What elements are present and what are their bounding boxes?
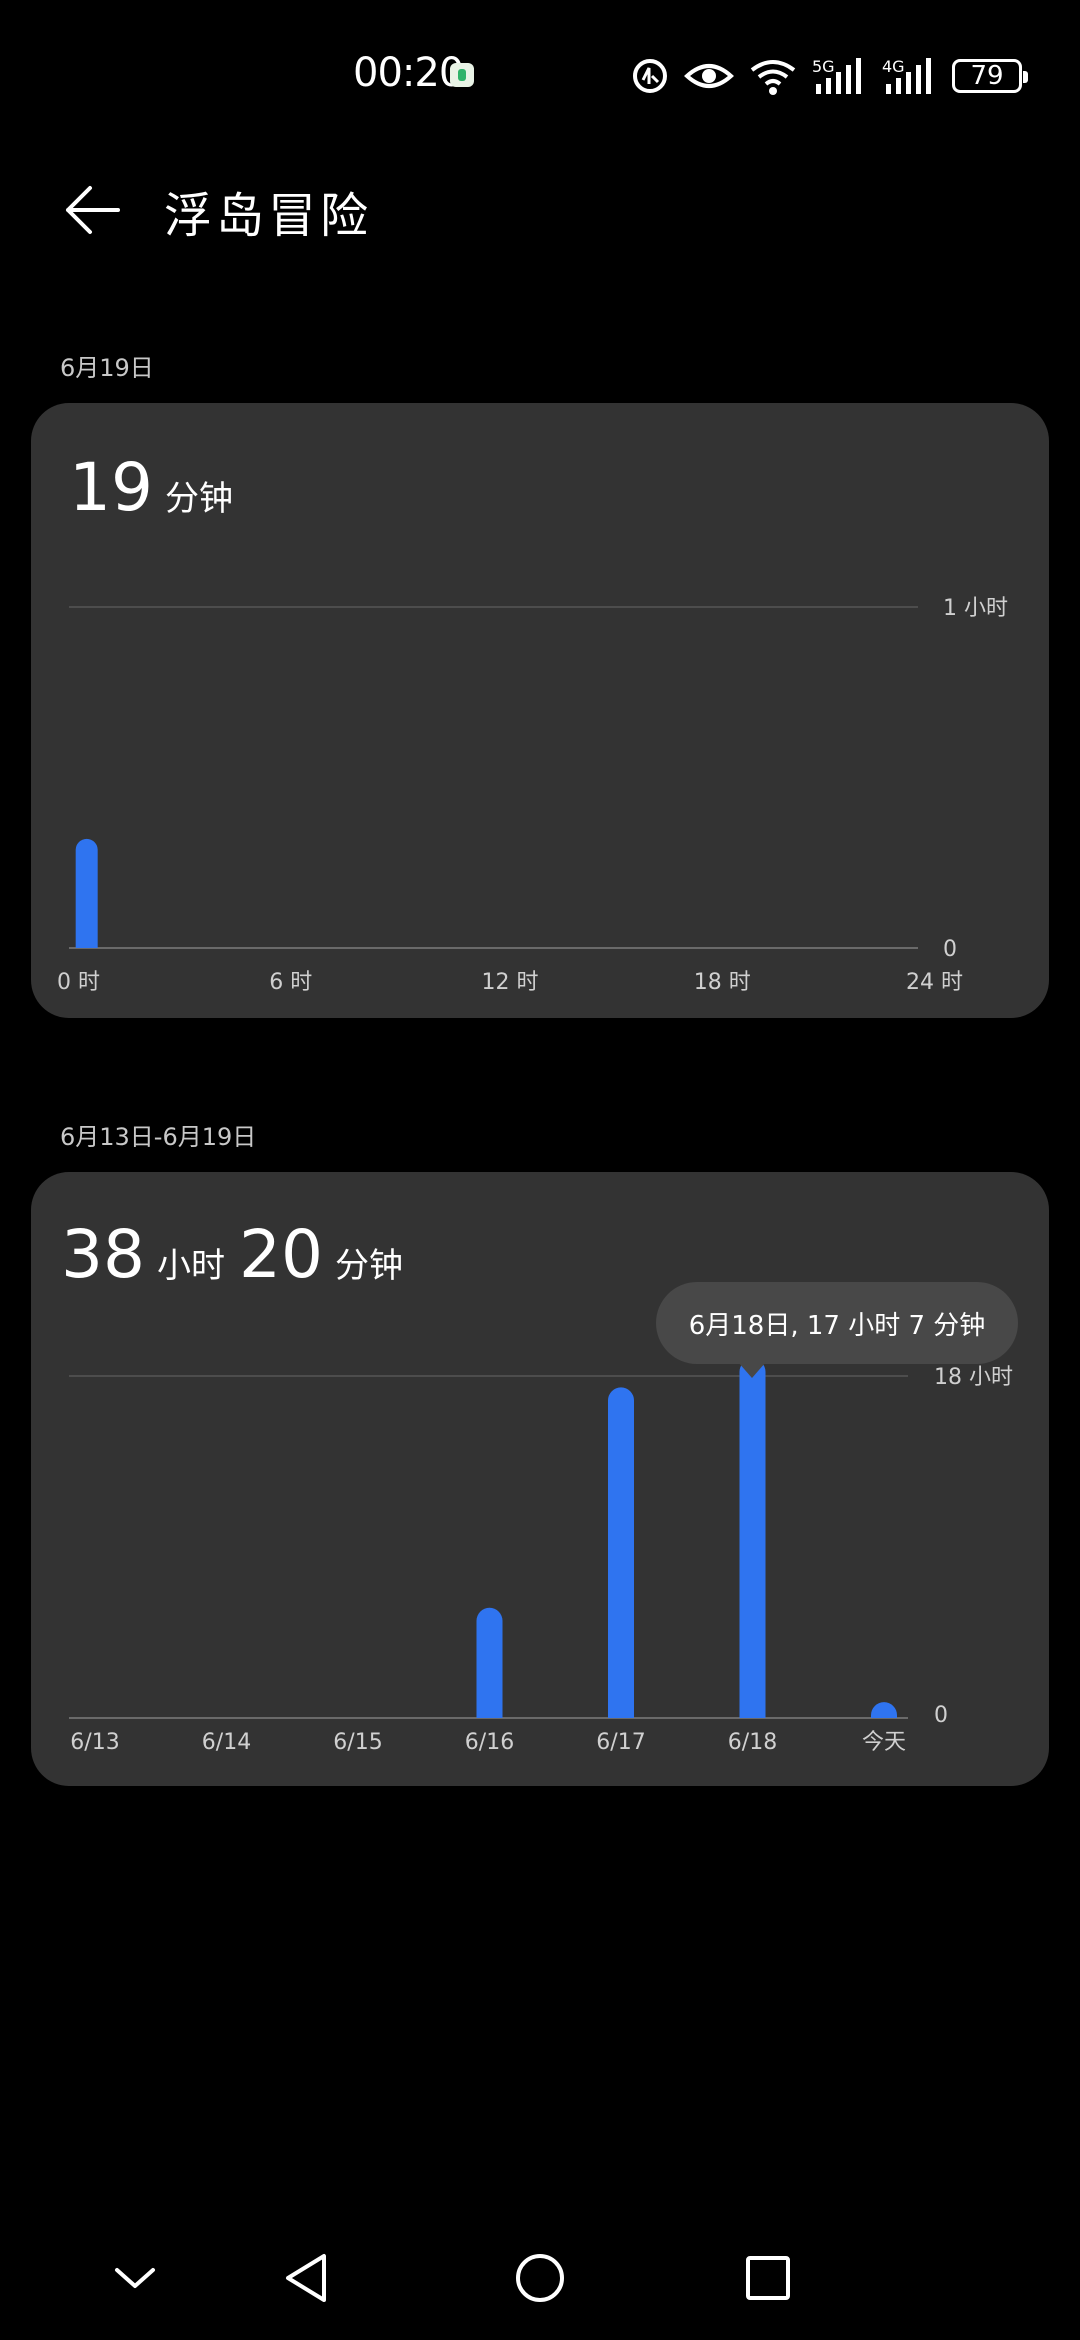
weekly-x-tick-label: 6/16 xyxy=(465,1730,514,1755)
weekly-x-tick-label: 6/14 xyxy=(202,1730,251,1755)
weekly-x-axis-labels: 6/13 6/14 6/15 6/16 6/17 6/18 今天 xyxy=(70,1730,906,1755)
daily-bar[interactable] xyxy=(75,838,98,948)
weekly-range-label: 6月13日-6月19日 xyxy=(60,1123,257,1151)
wifi-icon xyxy=(750,60,796,95)
daily-x-axis-labels: 0 时 6 时 12 时 18 时 24 时 xyxy=(57,970,963,995)
daily-x-tick-label: 24 时 xyxy=(906,970,963,995)
weekly-bar[interactable] xyxy=(476,1607,503,1718)
weekly-x-tick-label: 6/13 xyxy=(70,1730,119,1755)
daily-x-tick-label: 18 时 xyxy=(694,970,751,995)
signal-4g-icon: 4G xyxy=(882,57,931,94)
tooltip-pointer xyxy=(738,1362,766,1378)
signal-4g-label: 4G xyxy=(882,57,905,76)
home-circle-icon[interactable] xyxy=(500,2238,580,2318)
hd-call-icon xyxy=(633,59,667,93)
daily-bars xyxy=(75,838,98,948)
chevron-down-icon[interactable] xyxy=(95,2238,175,2318)
daily-x-tick-label: 6 时 xyxy=(269,970,312,995)
weekly-bars xyxy=(476,1358,897,1718)
weekly-x-tick-label: 6/18 xyxy=(728,1730,777,1755)
status-icons: 5G 4G 79 xyxy=(630,56,1028,96)
daily-x-tick-label: 0 时 xyxy=(57,970,100,995)
weekly-bar[interactable] xyxy=(871,1702,897,1718)
weekly-x-tick-label: 今天 xyxy=(862,1730,906,1755)
signal-5g-label: 5G xyxy=(812,57,835,76)
daily-usage-card[interactable]: 19 分钟 1 小时 0 0 时6 时 12 时 18 时 24 时 xyxy=(31,403,1049,1018)
weekly-x-tick-label: 6/15 xyxy=(333,1730,382,1755)
battery-level: 79 xyxy=(970,61,1004,91)
weekly-bar[interactable] xyxy=(739,1358,766,1718)
weekly-bar[interactable] xyxy=(608,1387,634,1718)
daily-date-label: 6月19日 xyxy=(60,354,154,382)
weekly-y-max-label: 18 小时 xyxy=(934,1365,1013,1390)
daily-x-tick-label: 12 时 xyxy=(482,970,539,995)
system-navigation-bar xyxy=(0,2220,1080,2340)
app-notification-icon xyxy=(450,63,474,87)
weekly-usage-card[interactable]: 38 小时 20 分钟 18 小时 0 6/13 6/14 6/15 6/16 6/17… xyxy=(31,1172,1049,1786)
weekly-x-tick-label: 6/17 xyxy=(596,1730,645,1755)
eye-comfort-icon xyxy=(684,64,734,88)
battery-icon: 79 xyxy=(952,59,1028,93)
daily-y-max-label: 1 小时 xyxy=(943,596,1008,621)
back-triangle-icon[interactable] xyxy=(268,2238,348,2318)
weekly-y-zero-label: 0 xyxy=(934,1703,948,1728)
daily-y-zero-label: 0 xyxy=(943,937,957,962)
selected-bar-tooltip: 6月18日, 17 小时 7 分钟 xyxy=(656,1282,1018,1364)
weekly-chart: 18 小时 0 6/13 6/14 6/15 6/16 6/17 6/18 今天 xyxy=(69,1358,1013,1755)
status-time: 00:20 xyxy=(353,50,464,96)
status-bar: 00:20 5G 4G 79 xyxy=(0,0,1080,150)
daily-chart: 1 小时 0 0 时 6 时 12 时 18 时 24 时 xyxy=(57,596,1008,995)
back-arrow-icon[interactable] xyxy=(62,182,122,238)
signal-5g-icon: 5G xyxy=(812,57,861,94)
page-title: 浮岛冒险 xyxy=(164,188,373,244)
recents-square-icon[interactable] xyxy=(728,2238,808,2318)
